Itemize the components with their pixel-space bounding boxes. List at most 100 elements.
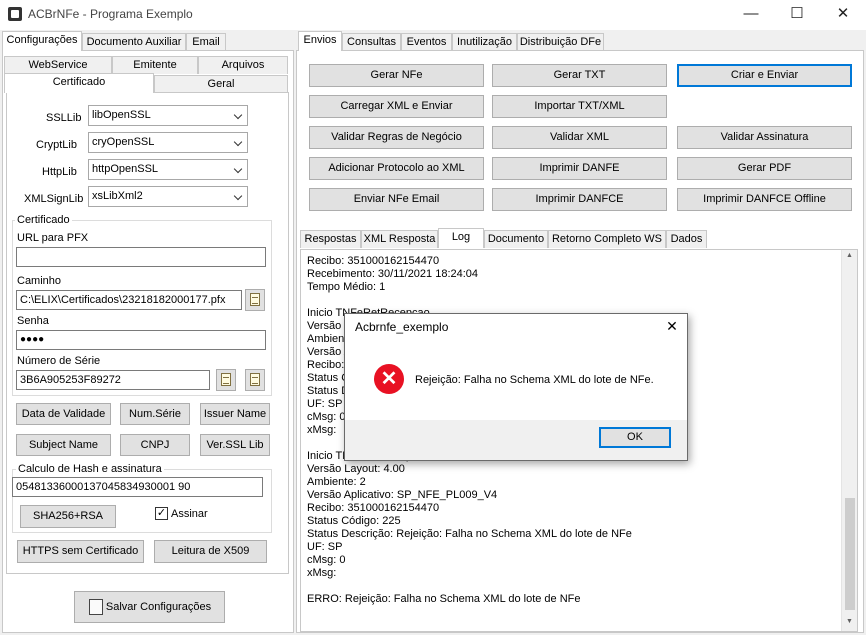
save-icon [89,599,103,615]
window-title: ACBrNFe - Programa Exemplo [28,7,193,21]
log-line: Versão Layout: 4.00 [307,463,405,475]
tab-eventos[interactable]: Eventos [401,33,452,51]
app-icon [8,7,22,21]
tab-email[interactable]: Email [186,33,226,51]
log-scrollbar[interactable]: ▲ ▼ [841,250,857,631]
ok-button[interactable]: OK [599,427,671,448]
chevron-down-icon [233,191,243,201]
select-serie-button[interactable] [216,369,236,391]
xmlsignlib-label: XMLSignLib [24,193,84,205]
tab-log[interactable]: Log [438,228,484,248]
dialog-footer: OK [345,420,687,460]
error-dialog: Acbrnfe_exemplo ✕ ✕ Rejeição: Falha no S… [344,313,688,461]
cryptlib-select[interactable]: cryOpenSSL [88,132,248,153]
num-serie-button[interactable]: Num.Série [120,403,190,425]
tab-configuracoes[interactable]: Configurações [2,31,82,51]
tab-distribuicao-dfe[interactable]: Distribuição DFe [517,33,604,51]
xmlsignlib-select[interactable]: xsLibXml2 [88,186,248,207]
chevron-down-icon [233,164,243,174]
salvar-configuracoes-button[interactable]: Salvar Configurações [74,591,225,623]
assinar-checkbox[interactable]: ✓ [155,507,168,520]
action-button-imprimir-danfce[interactable]: Imprimir DANFCE [492,188,667,211]
action-button-validar-xml[interactable]: Validar XML [492,126,667,149]
action-button-importar-txt-xml[interactable]: Importar TXT/XML [492,95,667,118]
action-button-criar-e-enviar[interactable]: Criar e Enviar [677,64,852,87]
document-icon [250,293,260,306]
tab-dados[interactable]: Dados [666,230,707,248]
ssllib-select[interactable]: libOpenSSL [88,105,248,126]
numero-serie-input[interactable]: 3B6A905253F89272 [16,370,210,390]
httplib-select[interactable]: httpOpenSSL [88,159,248,180]
tab-envios[interactable]: Envios [298,31,342,51]
tab-arquivos[interactable]: Arquivos [198,56,288,74]
assinar-label: Assinar [171,508,208,520]
log-line: ERRO: Rejeição: Falha no Schema XML do l… [307,593,581,605]
dialog-title: Acbrnfe_exemplo [355,320,449,334]
action-button-imprimir-danfe[interactable]: Imprimir DANFE [492,157,667,180]
action-button-validar-assinatura[interactable]: Validar Assinatura [677,126,852,149]
tab-respostas[interactable]: Respostas [300,230,361,248]
log-line: Recibo: 351000162154470 [307,255,440,267]
url-pfx-input[interactable] [16,247,266,267]
tab-geral[interactable]: Geral [154,75,288,93]
log-line: Status Descrição: Rejeição: Falha no Sch… [307,528,632,540]
log-line: xMsg: [307,567,337,579]
tab-inutilizacao[interactable]: Inutilização [452,33,517,51]
cryptlib-value: cryOpenSSL [92,136,155,148]
log-line: Recibo: 351000162154470 [307,502,440,514]
cnpj-button[interactable]: CNPJ [120,434,190,456]
scroll-up-icon[interactable]: ▲ [844,252,855,260]
tab-webservice[interactable]: WebService [4,56,112,74]
maximize-button[interactable]: ☐ [774,0,820,30]
close-button[interactable]: ✕ [820,0,866,30]
senha-input[interactable]: ●●●● [16,330,266,350]
data-validade-button[interactable]: Data de Validade [16,403,111,425]
httplib-value: httpOpenSSL [92,163,159,175]
caminho-input[interactable]: C:\ELIX\Certificados\23218182000177.pfx [16,290,242,310]
chevron-down-icon [233,137,243,147]
https-sem-certificado-button[interactable]: HTTPS sem Certificado [17,540,144,563]
action-button-gerar-nfe[interactable]: Gerar NFe [309,64,484,87]
log-line: cMsg: 0 [307,554,346,566]
browse-certificate-button[interactable] [245,289,265,311]
action-button-imprimir-danfce-offline[interactable]: Imprimir DANFCE Offline [677,188,852,211]
log-line: Versão Aplicativo: SP_NFE_PL009_V4 [307,489,498,501]
action-button-validar-regras-de-neg-cio[interactable]: Validar Regras de Negócio [309,126,484,149]
hash-group-title: Calculo de Hash e assinatura [16,463,164,475]
action-button-carregar-xml-e-enviar[interactable]: Carregar XML e Enviar [309,95,484,118]
scroll-thumb[interactable] [845,498,855,610]
caminho-label: Caminho [17,275,62,287]
tab-xml-resposta[interactable]: XML Resposta [361,230,438,248]
tab-consultas[interactable]: Consultas [342,33,401,51]
subject-name-button[interactable]: Subject Name [16,434,111,456]
senha-label: Senha [17,315,49,327]
log-line: Tempo Médio: 1 [307,281,386,293]
document-icon [221,373,231,386]
issuer-name-button[interactable]: Issuer Name [200,403,270,425]
tab-documento-auxiliar[interactable]: Documento Auxiliar [82,33,186,51]
tab-emitente[interactable]: Emitente [112,56,198,74]
action-button-gerar-txt[interactable]: Gerar TXT [492,64,667,87]
hash-input[interactable]: 05481336000137045834930001 90 [12,477,263,497]
tab-certificado[interactable]: Certificado [4,73,154,93]
title-bar: ACBrNFe - Programa Exemplo — ☐ ✕ [0,0,866,30]
select-serie-alt-button[interactable] [245,369,265,391]
tab-documento[interactable]: Documento [484,230,548,248]
xmlsignlib-value: xsLibXml2 [92,190,143,202]
log-line: Recebimento: 30/11/2021 18:24:04 [307,268,479,280]
ssllib-label: SSLLib [46,112,82,124]
dialog-close-button[interactable]: ✕ [661,316,683,336]
sha256-rsa-button[interactable]: SHA256+RSA [20,505,116,528]
error-icon: ✕ [374,364,404,394]
ver-ssl-lib-button[interactable]: Ver.SSL Lib [200,434,270,456]
scroll-down-icon[interactable]: ▼ [844,618,855,626]
action-button-gerar-pdf[interactable]: Gerar PDF [677,157,852,180]
action-button-adicionar-protocolo-ao-xml[interactable]: Adicionar Protocolo ao XML [309,157,484,180]
numero-serie-label: Número de Série [17,355,101,367]
leitura-x509-button[interactable]: Leitura de X509 [154,540,267,563]
minimize-button[interactable]: — [728,0,774,30]
ssllib-value: libOpenSSL [92,109,151,121]
tab-retorno-completo-ws[interactable]: Retorno Completo WS [548,230,666,248]
certificado-group-title: Certificado [15,214,72,226]
action-button-enviar-nfe-email[interactable]: Enviar NFe Email [309,188,484,211]
